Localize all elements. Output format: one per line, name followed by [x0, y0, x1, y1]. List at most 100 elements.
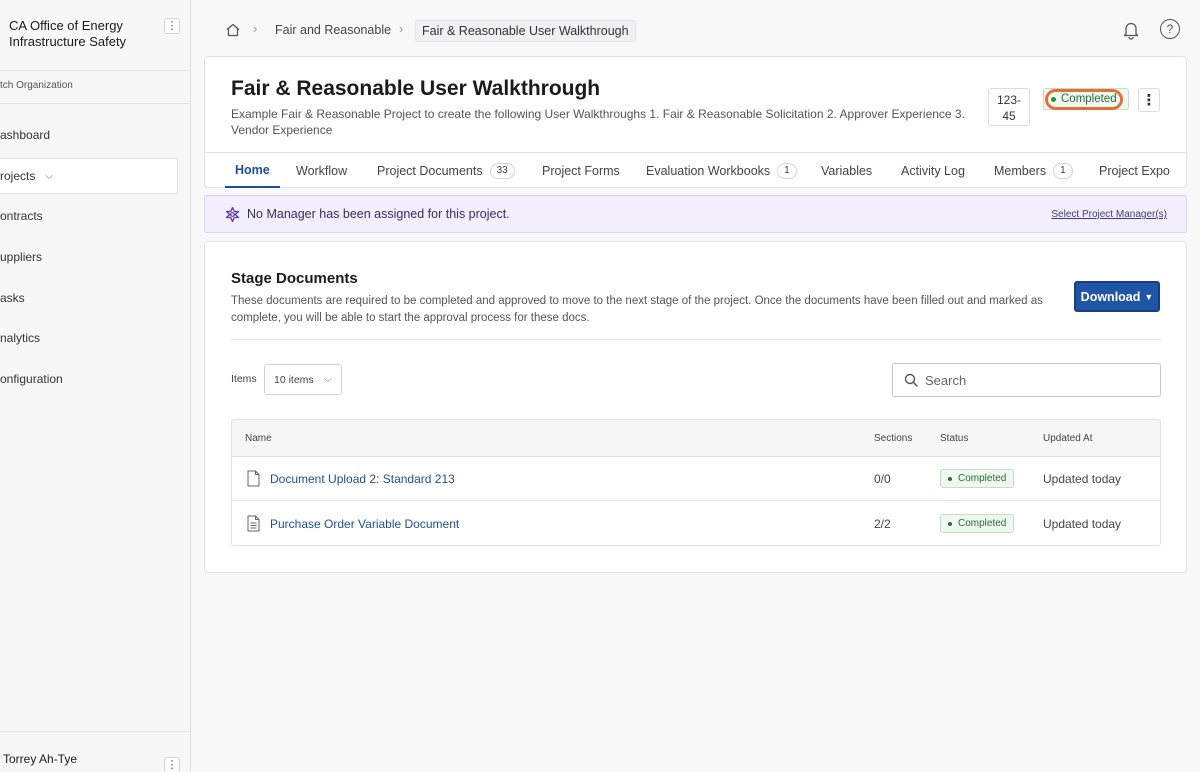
tab-count-badge: 33 — [489, 162, 515, 179]
org-menu-button[interactable]: ⋮ — [164, 18, 180, 34]
sidebar-item-label: rojects — [0, 169, 36, 183]
status-dot — [948, 521, 952, 526]
project-tabs: Home Workflow Project Documents 33 Projec… — [205, 152, 1186, 188]
sidebar-item-configuration[interactable]: onfiguration — [0, 361, 178, 397]
project-header: Fair & Reasonable User Walkthrough Examp… — [204, 56, 1187, 188]
sidebar-divider — [0, 731, 190, 732]
tab-project-export[interactable]: Project Expo — [1099, 153, 1170, 188]
document-text-icon — [247, 515, 260, 532]
sidebar: CA Office of Energy Infrastructure Safet… — [0, 0, 191, 772]
status-badge: Completed — [940, 469, 1015, 488]
sidebar-divider — [0, 70, 190, 71]
chevron-right-icon: › — [399, 21, 404, 36]
items-per-page-select[interactable]: 10 items ⌵ — [264, 364, 342, 395]
sidebar-item-label: ontracts — [0, 209, 43, 223]
divider — [231, 339, 1161, 340]
user-name[interactable]: Torrey Ah-Tye — [3, 752, 77, 766]
sparkle-icon — [225, 206, 240, 223]
column-header-sections[interactable]: Sections — [874, 433, 912, 444]
search-field[interactable] — [892, 363, 1161, 397]
project-id-value: 123- 45 — [996, 93, 1022, 123]
bell-icon[interactable] — [1122, 20, 1140, 40]
tab-label: Home — [235, 162, 270, 177]
tab-label: Members — [994, 163, 1047, 178]
updated-at-value: Updated today — [1043, 517, 1122, 531]
sidebar-item-label: ashboard — [0, 128, 51, 142]
documents-table: Name Sections Status Updated At Document… — [231, 419, 1161, 546]
user-menu-button[interactable]: ⋮ — [164, 757, 180, 772]
org-name: CA Office of Energy Infrastructure Safet… — [9, 18, 127, 49]
sidebar-item-suppliers[interactable]: uppliers — [0, 239, 178, 275]
tab-project-documents[interactable]: Project Documents 33 — [377, 153, 515, 188]
kebab-icon: ⋮ — [1141, 92, 1157, 109]
status-label: Completed — [1061, 93, 1117, 105]
column-header-updated-at[interactable]: Updated At — [1043, 433, 1092, 444]
tab-label: Project Forms — [542, 163, 620, 178]
select-project-manager-link[interactable]: Select Project Manager(s) — [1051, 209, 1167, 220]
sidebar-item-label: nalytics — [0, 331, 41, 345]
status-label: Completed — [958, 518, 1007, 529]
table-row[interactable]: Purchase Order Variable Document 2/2 Com… — [232, 502, 1160, 545]
tab-variables[interactable]: Variables — [821, 153, 872, 188]
tab-activity-log[interactable]: Activity Log — [901, 153, 965, 188]
no-manager-banner: No Manager has been assigned for this pr… — [204, 195, 1187, 233]
sidebar-item-analytics[interactable]: nalytics — [0, 320, 178, 356]
project-description: Example Fair & Reasonable Project to cre… — [231, 107, 965, 137]
table-row[interactable]: Document Upload 2: Standard 213 0/0 Comp… — [232, 457, 1160, 501]
sidebar-item-dashboard[interactable]: ashboard — [0, 117, 178, 153]
status-dot — [948, 476, 952, 481]
sidebar-divider — [0, 103, 190, 104]
document-link[interactable]: Document Upload 2: Standard 213 — [270, 472, 455, 486]
breadcrumb-item[interactable]: Fair and Reasonable — [275, 23, 391, 37]
search-input[interactable] — [925, 369, 1150, 391]
tab-label: Activity Log — [901, 163, 965, 178]
sidebar-item-projects[interactable]: rojects ⌵ — [0, 158, 178, 194]
sidebar-item-label: onfiguration — [0, 372, 63, 386]
items-per-page-value: 10 items — [274, 373, 314, 386]
status-label: Completed — [958, 473, 1007, 484]
sections-value: 0/0 — [874, 472, 891, 486]
chevron-down-icon: ⌵ — [323, 373, 332, 385]
tab-workflow[interactable]: Workflow — [296, 153, 347, 188]
tab-label: Project Expo — [1099, 163, 1170, 178]
switch-organization-link[interactable]: tch Organization — [0, 80, 73, 91]
help-icon[interactable]: ? — [1160, 19, 1180, 39]
sidebar-item-label: uppliers — [0, 250, 43, 264]
items-label: Items — [231, 373, 257, 385]
status-badge[interactable]: Completed — [1043, 88, 1129, 110]
status-badge: Completed — [940, 514, 1015, 533]
download-label: Download — [1080, 289, 1141, 304]
sidebar-item-label: asks — [0, 291, 25, 305]
tab-project-forms[interactable]: Project Forms — [542, 153, 620, 188]
tab-evaluation-workbooks[interactable]: Evaluation Workbooks 1 — [646, 153, 797, 188]
stage-documents-panel: Stage Documents These documents are requ… — [204, 241, 1187, 573]
sections-value: 2/2 — [874, 517, 891, 531]
updated-at-value: Updated today — [1043, 472, 1122, 486]
more-options-button[interactable]: ⋮ — [1138, 88, 1160, 112]
search-icon — [904, 373, 918, 387]
chevron-down-icon: ⌵ — [45, 170, 53, 182]
column-header-status[interactable]: Status — [940, 433, 968, 444]
download-button[interactable]: Download ▼ — [1074, 281, 1160, 312]
document-link[interactable]: Purchase Order Variable Document — [270, 517, 459, 531]
project-id: 123- 45 — [988, 88, 1030, 126]
column-header-name[interactable]: Name — [245, 433, 272, 444]
sidebar-item-contracts[interactable]: ontracts — [0, 198, 178, 234]
tab-members[interactable]: Members 1 — [994, 153, 1073, 188]
document-icon — [247, 470, 260, 487]
table-header: Name Sections Status Updated At — [232, 420, 1160, 457]
tab-label: Workflow — [296, 163, 348, 178]
tab-label: Project Documents — [377, 163, 483, 178]
home-icon[interactable] — [225, 22, 241, 38]
section-description: These documents are required to be compl… — [231, 295, 1043, 324]
kebab-icon: ⋮ — [166, 758, 178, 771]
tab-count-badge: 1 — [1053, 162, 1073, 179]
kebab-icon: ⋮ — [166, 19, 178, 32]
tab-label: Variables — [821, 163, 873, 178]
breadcrumb-current: Fair & Reasonable User Walkthrough — [415, 20, 636, 42]
caret-down-icon: ▼ — [1144, 291, 1154, 302]
section-title: Stage Documents — [231, 270, 358, 287]
tab-home[interactable]: Home — [225, 153, 280, 188]
sidebar-item-tasks[interactable]: asks — [0, 280, 178, 316]
tab-label: Evaluation Workbooks — [646, 163, 771, 178]
